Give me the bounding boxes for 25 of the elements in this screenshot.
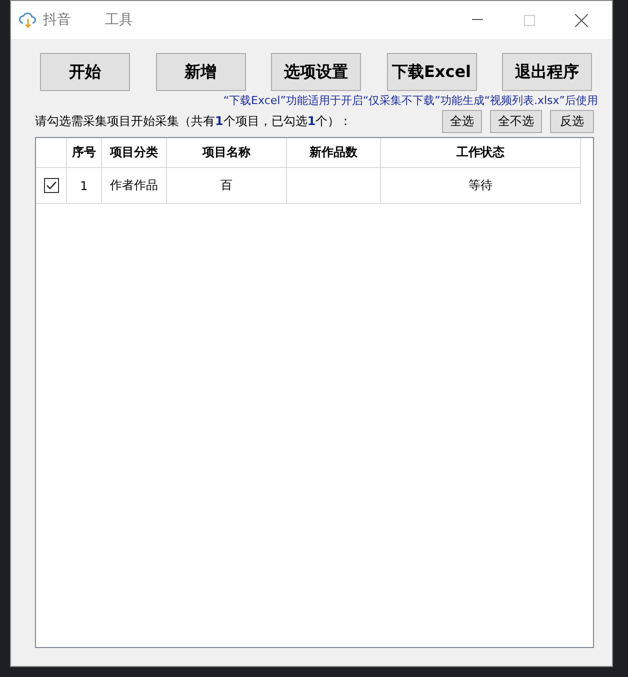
- minimize-icon[interactable]: [472, 19, 482, 21]
- usage-note: “下载Excel”功能适用于开启“仅采集不下载”功能生成“视频列表.xlsx”后使用: [223, 93, 598, 108]
- column-header: 工作状态: [381, 138, 581, 168]
- column-header: 项目分类: [102, 138, 167, 168]
- toolbar-button[interactable]: 选项设置: [271, 53, 361, 91]
- window-title: 工具: [105, 11, 133, 29]
- selection-prompt: 请勾选需采集项目开始采集（共有1个项目，已勾选1个）：: [35, 113, 353, 130]
- table-cell: 等待: [381, 168, 581, 204]
- select-button[interactable]: 全选: [442, 110, 482, 133]
- column-header: 序号: [67, 138, 102, 168]
- toolbar-button[interactable]: 新增: [156, 53, 246, 91]
- row-checkbox[interactable]: [44, 178, 58, 193]
- toolbar-button[interactable]: 下载Excel: [386, 53, 476, 91]
- select-button[interactable]: 反选: [550, 110, 594, 133]
- close-icon[interactable]: [574, 14, 588, 26]
- toolbar-button[interactable]: 开始: [40, 53, 130, 91]
- window-title: 抖音: [43, 11, 71, 29]
- table-cell: 百: [167, 168, 287, 204]
- select-button[interactable]: 全不选: [490, 110, 542, 133]
- table-cell: 作者作品: [102, 168, 167, 204]
- column-header: 新作品数: [287, 138, 381, 168]
- toolbar-button[interactable]: 退出程序: [502, 53, 592, 91]
- column-header: 项目名称: [167, 138, 287, 168]
- cloud-download-icon: [19, 11, 37, 29]
- table-cell: 1: [67, 168, 102, 204]
